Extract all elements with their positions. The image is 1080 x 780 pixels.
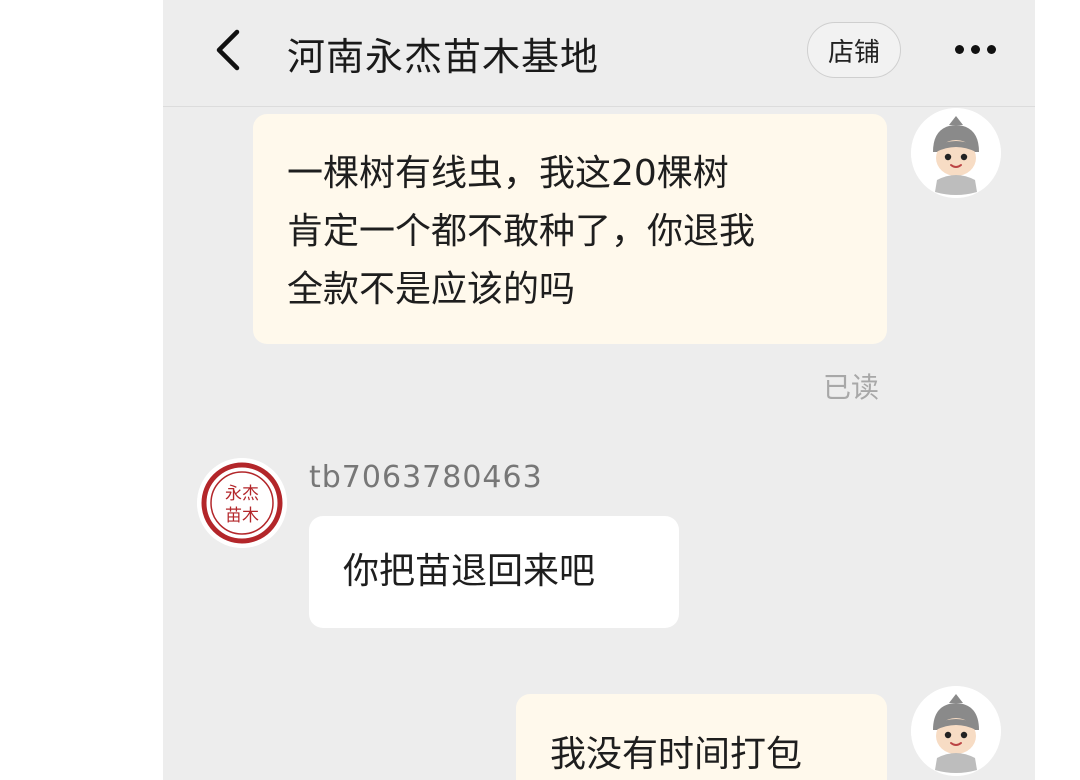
sender-name: tb7063780463 — [309, 460, 543, 495]
cartoon-avatar-icon — [911, 108, 1001, 198]
store-button[interactable]: 店铺 — [807, 22, 901, 78]
seal-text-bottom: 苗木 — [225, 506, 259, 526]
more-dots-icon — [954, 44, 964, 54]
message-text-line: 肯定一个都不敢种了，你退我 — [287, 211, 756, 252]
message-bubble-outgoing[interactable]: 一棵树有线虫，我这20棵树 肯定一个都不敢种了，你退我 全款不是应该的吗 — [253, 114, 887, 344]
shop-avatar[interactable]: 永杰 苗木 — [197, 458, 287, 548]
message-text-line: 一棵树有线虫，我这20棵树 — [287, 153, 729, 194]
cartoon-avatar-icon — [911, 686, 1001, 776]
back-button[interactable] — [203, 22, 253, 78]
chevron-left-icon — [216, 29, 240, 71]
message-text: 我没有时间打包 — [550, 734, 803, 775]
more-button[interactable] — [945, 24, 1005, 74]
chat-screen: 河南永杰苗木基地 店铺 一棵树有线虫，我这20棵树 肯定一个都不敢种了，你退我 … — [163, 0, 1035, 780]
user-avatar[interactable] — [911, 686, 1001, 776]
chat-title: 河南永杰苗木基地 — [287, 35, 600, 79]
read-status: 已读 — [823, 371, 880, 404]
seal-text-top: 永杰 — [225, 484, 259, 504]
message-bubble-incoming[interactable]: 你把苗退回来吧 — [309, 516, 679, 628]
message-bubble-outgoing[interactable]: 我没有时间打包 — [516, 694, 887, 780]
shop-seal-logo: 永杰 苗木 — [197, 458, 287, 548]
message-text-line: 全款不是应该的吗 — [287, 269, 576, 310]
message-text: 你把苗退回来吧 — [343, 551, 596, 592]
user-avatar[interactable] — [911, 108, 1001, 198]
chat-header: 河南永杰苗木基地 店铺 — [163, 0, 1035, 107]
